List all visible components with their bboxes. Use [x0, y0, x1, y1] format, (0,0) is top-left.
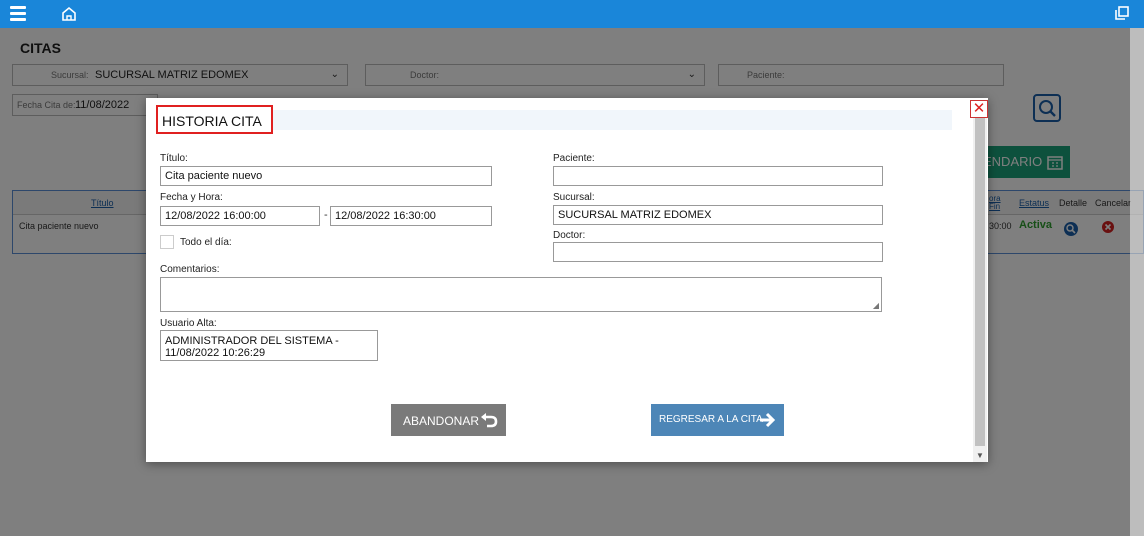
home-icon[interactable]: [60, 5, 78, 23]
abandonar-button-label: ABANDONAR: [403, 414, 480, 428]
modal-scrollbar-thumb[interactable]: [975, 118, 985, 446]
date-range-separator: -: [324, 209, 328, 221]
sucursal-label: Sucursal:: [553, 192, 595, 203]
top-bar: [0, 0, 1144, 28]
paciente-label: Paciente:: [553, 153, 595, 164]
fecha-fin-input[interactable]: 12/08/2022 16:30:00: [330, 206, 492, 226]
modal-title-highlight: HISTORIA CITA: [156, 105, 273, 134]
undo-arrow-icon: [481, 413, 498, 428]
titulo-input[interactable]: Cita paciente nuevo: [160, 166, 492, 186]
sucursal-input[interactable]: SUCURSAL MATRIZ EDOMEX: [553, 205, 883, 225]
usuario-alta-label: Usuario Alta:: [160, 318, 217, 329]
doctor-input[interactable]: [553, 242, 883, 262]
usuario-alta-field[interactable]: ADMINISTRADOR DEL SISTEMA - 11/08/2022 1…: [160, 330, 378, 361]
close-icon[interactable]: ✕: [970, 100, 988, 118]
comentarios-label: Comentarios:: [160, 264, 220, 275]
restore-window-icon[interactable]: [1114, 5, 1130, 21]
hamburger-icon[interactable]: [10, 6, 26, 22]
todo-el-dia-label: Todo el día:: [180, 237, 232, 248]
titulo-label: Título:: [160, 153, 188, 164]
page-scrollbar[interactable]: [1130, 28, 1144, 536]
resize-grip-icon[interactable]: ◢: [873, 301, 879, 310]
fecha-hora-label: Fecha y Hora:: [160, 192, 223, 203]
comentarios-textarea[interactable]: ◢: [160, 277, 882, 312]
doctor-label: Doctor:: [553, 230, 586, 241]
regresar-a-la-cita-button[interactable]: REGRESAR A LA CITA: [651, 404, 784, 436]
todo-el-dia-checkbox[interactable]: [160, 235, 174, 249]
modal-scrollbar[interactable]: ▼: [973, 118, 987, 462]
modal-header: [156, 110, 952, 130]
modal-title: HISTORIA CITA: [162, 113, 262, 129]
historia-cita-dialog: HISTORIA CITA ✕ ▼ Título: Cita paciente …: [146, 98, 988, 462]
regresar-button-label: REGRESAR A LA CITA: [659, 414, 763, 425]
arrow-right-icon: [760, 412, 776, 428]
abandonar-button[interactable]: ABANDONAR: [391, 404, 506, 436]
paciente-input[interactable]: [553, 166, 883, 186]
scroll-down-icon[interactable]: ▼: [976, 451, 984, 460]
fecha-inicio-input[interactable]: 12/08/2022 16:00:00: [160, 206, 320, 226]
